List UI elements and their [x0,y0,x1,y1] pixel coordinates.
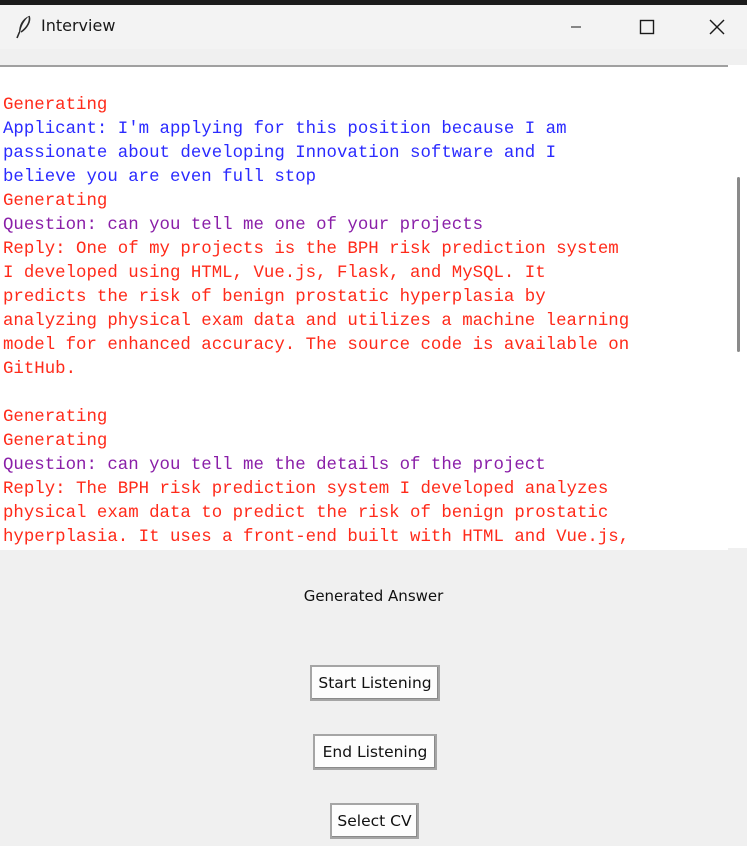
vertical-scrollbar[interactable] [728,65,747,548]
window-title: Interview [41,16,116,35]
transcript-line: GitHub. [3,360,77,379]
scrollbar-thumb[interactable] [737,177,740,352]
maximize-icon [639,19,655,35]
transcript-line: Generating [3,192,108,211]
minimize-button[interactable] [541,5,611,49]
transcript-line: Reply: One of my projects is the BPH ris… [3,240,619,259]
minimize-icon [571,26,581,28]
title-bar[interactable]: Interview [0,5,747,49]
transcript-line: model for enhanced accuracy. The source … [3,336,630,355]
transcript-text-area[interactable]: Generating Applicant: I'm applying for th… [0,65,728,550]
transcript-line: Reply: The BPH risk prediction system I … [3,480,609,499]
transcript-line: hyperplasia. It uses a front-end built w… [3,528,630,547]
transcript-line: passionate about developing Innovation s… [3,144,557,163]
transcript-line: Question: can you tell me the details of… [3,456,546,475]
transcript-line: Applicant: I'm applying for this positio… [3,120,567,139]
transcript-content: Generating Applicant: I'm applying for th… [3,94,629,550]
transcript-line: Question: can you tell me one of your pr… [3,216,484,235]
close-icon [709,19,725,35]
select-cv-button[interactable]: Select CV [330,803,419,839]
feather-icon [14,15,34,39]
transcript-line: analyzing physical exam data and utilize… [3,312,630,331]
transcript-line: Generating [3,96,108,115]
transcript-line: predicts the risk of benign prostatic hy… [3,288,546,307]
transcript-line [3,382,629,406]
transcript-line: physical exam data to predict the risk o… [3,504,609,523]
transcript-line: believe you are even full stop [3,168,317,187]
generated-answer-label: Generated Answer [303,587,444,605]
close-button[interactable] [681,5,747,49]
transcript-line: I developed using HTML, Vue.js, Flask, a… [3,264,546,283]
start-listening-button[interactable]: Start Listening [310,665,440,701]
maximize-button[interactable] [611,5,681,49]
end-listening-button[interactable]: End Listening [313,734,437,770]
transcript-line: Generating [3,408,108,427]
transcript-line: Generating [3,432,108,451]
